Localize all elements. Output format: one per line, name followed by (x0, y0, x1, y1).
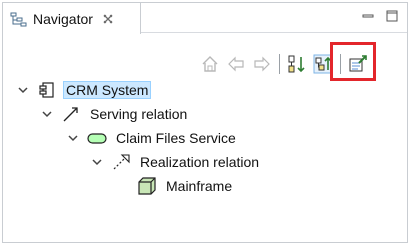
application-service-icon (87, 130, 107, 146)
tree-item-label: Mainframe (166, 178, 233, 194)
chevron-down-icon[interactable] (91, 156, 103, 168)
chevron-down-icon[interactable] (41, 108, 53, 120)
serving-relation-icon (61, 106, 81, 122)
navigator-view: Navigator CRM System Serving relation Cl… (2, 2, 408, 243)
node-icon (137, 177, 157, 195)
tree-item-mainframe[interactable]: Mainframe (137, 175, 235, 197)
realization-relation-icon (111, 154, 131, 170)
chevron-down-icon[interactable] (67, 132, 79, 144)
tree-item-realization-relation[interactable]: Realization relation (91, 151, 262, 173)
tree-item-label: Claim Files Service (116, 130, 236, 146)
tree-item-claim-files-service[interactable]: Claim Files Service (67, 127, 239, 149)
navigator-tree: CRM System Serving relation Claim Files … (3, 3, 407, 242)
tree-item-label: CRM System (63, 81, 152, 99)
tree-item-label: Realization relation (140, 154, 260, 170)
tree-item-serving-relation[interactable]: Serving relation (41, 103, 190, 125)
application-component-icon (37, 82, 57, 98)
tree-item-crm-system[interactable]: CRM System (17, 79, 152, 101)
tree-item-label: Serving relation (90, 106, 188, 122)
highlight-annotation-frame (330, 42, 376, 81)
chevron-down-icon[interactable] (17, 84, 29, 96)
